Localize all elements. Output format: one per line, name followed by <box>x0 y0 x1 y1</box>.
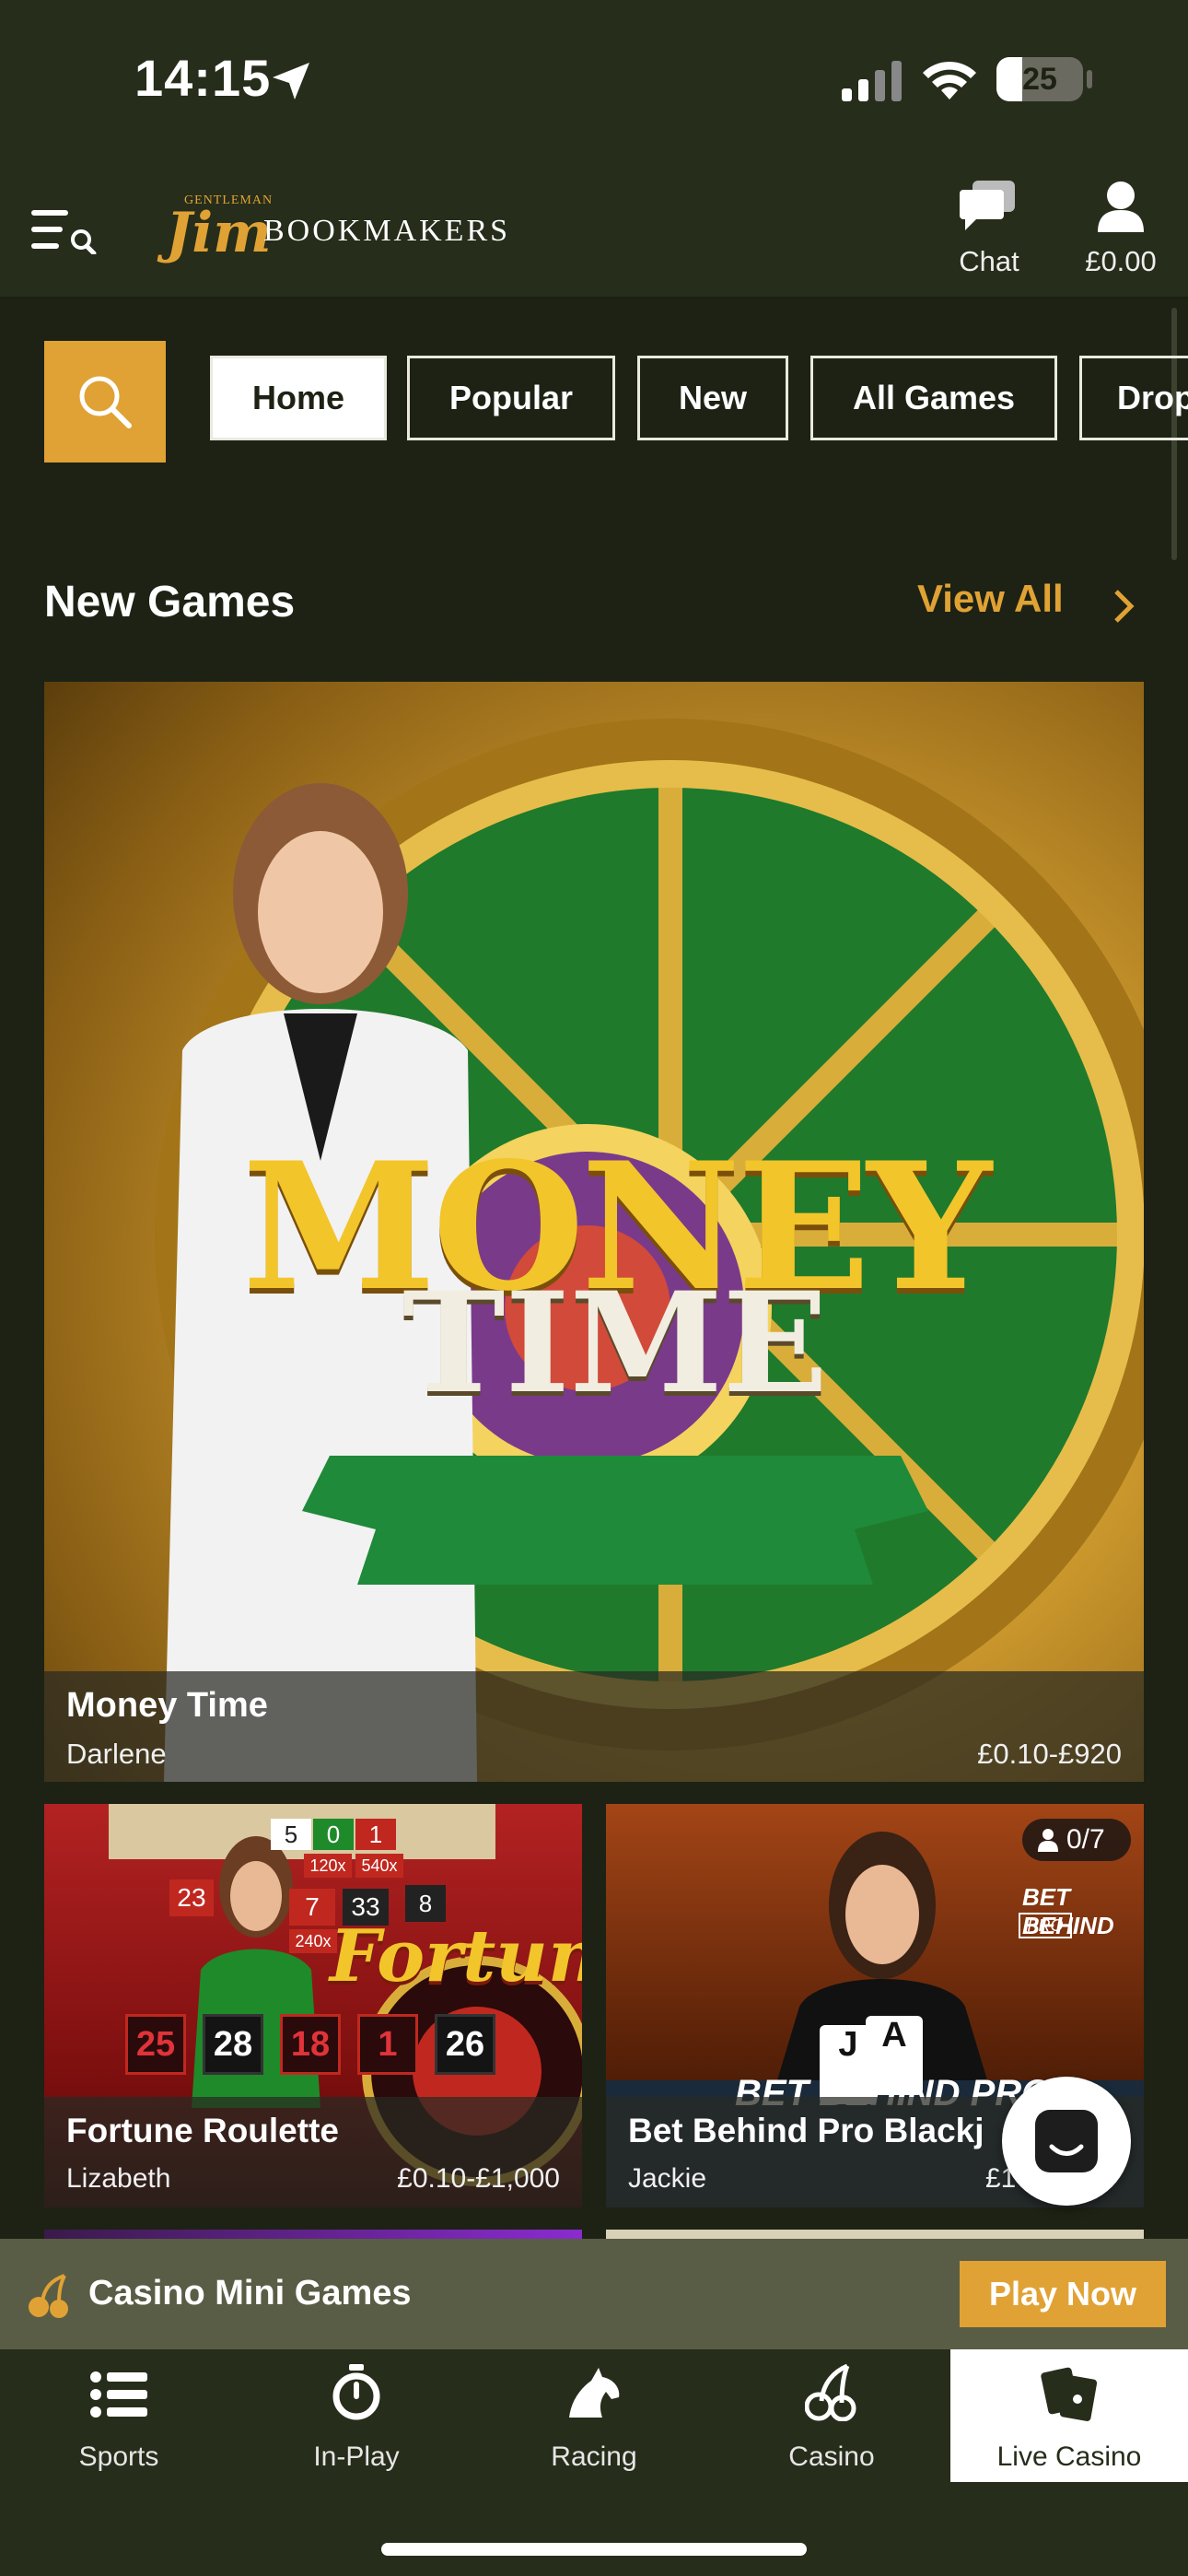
chevron-right-icon <box>1114 590 1135 623</box>
location-arrow-icon <box>273 63 309 100</box>
wifi-icon <box>923 61 976 100</box>
account-balance: £0.00 <box>1085 245 1157 277</box>
chat-bubble-icon <box>960 181 1015 230</box>
search-button[interactable] <box>44 341 166 463</box>
cellular-signal-icon <box>842 61 902 101</box>
nav-sports[interactable]: Sports <box>0 2349 238 2482</box>
result-chip: 18 <box>280 2014 341 2075</box>
cherries-icon <box>805 2363 856 2421</box>
fortune-logo-text: Fortune <box>330 1914 582 1998</box>
featured-dealer: Darlene <box>66 1738 167 1770</box>
menu-search-icon[interactable] <box>31 208 99 254</box>
list-icon <box>90 2371 147 2418</box>
game-dealer: Jackie <box>628 2163 707 2194</box>
user-icon <box>1098 181 1144 232</box>
game-card-fortune-roulette[interactable]: 5 0 1 120x 540x 23 7 33 8 240x Fortune 2… <box>44 1804 582 2207</box>
cherries-icon <box>29 2274 68 2318</box>
play-now-button[interactable]: Play Now <box>960 2261 1166 2327</box>
result-chip: 25 <box>125 2014 186 2075</box>
horse-icon <box>569 2368 620 2418</box>
stopwatch-icon <box>332 2364 380 2420</box>
result-chip: 1 <box>357 2014 418 2075</box>
chat-label: Chat <box>959 245 1019 277</box>
featured-info-bar: Money Time Darlene £0.10-£920 <box>44 1671 1144 1782</box>
view-all-label: View All <box>917 577 1064 620</box>
featured-stakes: £0.10-£920 <box>977 1738 1122 1770</box>
person-icon <box>1038 1829 1058 1852</box>
game-dealer: Lizabeth <box>66 2163 171 2194</box>
nav-label: Casino <box>788 2441 875 2472</box>
featured-game-card[interactable]: MONEY TIME Money Time Darlene £0.10-£920 <box>44 682 1144 1782</box>
recent-results: 25 28 18 1 26 <box>125 2014 549 2077</box>
nav-racing[interactable]: Racing <box>475 2349 713 2482</box>
game-info-bar: Fortune Roulette Lizabeth £0.10-£1,000 <box>44 2097 582 2207</box>
game-card-peek[interactable] <box>606 2230 1144 2239</box>
chat-icon <box>1035 2110 1098 2172</box>
result-chip: 28 <box>203 2014 263 2075</box>
chat-button[interactable]: Chat <box>949 175 1030 286</box>
time-logo-text: TIME <box>402 1262 829 1424</box>
tab-popular[interactable]: Popular <box>407 356 615 440</box>
seats-count: 0/7 <box>1066 1824 1105 1855</box>
game-title: Bet Behind Pro Blackj <box>628 2112 984 2149</box>
promo-label: Casino Mini Games <box>88 2274 412 2313</box>
live-chat-button[interactable] <box>1002 2077 1131 2206</box>
playing-cards-icon <box>1041 2367 1098 2421</box>
nav-label: Racing <box>551 2441 637 2472</box>
nav-casino[interactable]: Casino <box>713 2349 950 2482</box>
result-chip: 26 <box>435 2014 495 2075</box>
search-icon <box>79 376 132 428</box>
battery-icon: 25 <box>996 57 1083 101</box>
home-indicator[interactable] <box>381 2543 807 2556</box>
nav-label: Sports <box>78 2441 159 2472</box>
seats-badge: 0/7 <box>1022 1819 1131 1861</box>
tab-all-games[interactable]: All Games <box>810 356 1057 440</box>
nav-live-casino[interactable]: Live Casino <box>950 2349 1188 2482</box>
view-all-link[interactable]: View All <box>917 577 1147 632</box>
nav-label: In-Play <box>313 2441 400 2472</box>
section-title: New Games <box>44 578 296 626</box>
game-title: Fortune Roulette <box>66 2112 339 2149</box>
game-card-peek[interactable] <box>44 2230 582 2239</box>
status-time: 14:15 <box>134 49 272 107</box>
featured-title: Money Time <box>66 1686 268 1725</box>
nav-label: Live Casino <box>996 2441 1142 2472</box>
account-button[interactable]: £0.00 <box>1068 175 1173 286</box>
tab-home[interactable]: Home <box>210 356 387 440</box>
game-stakes: £0.10-£1,000 <box>397 2163 560 2194</box>
nav-in-play[interactable]: In-Play <box>238 2349 475 2482</box>
brand-logo[interactable]: GENTLEMAN Jim BOOKMAKERS <box>164 192 507 265</box>
tab-new[interactable]: New <box>637 356 788 440</box>
tab-drop[interactable]: Drop <box>1079 356 1188 440</box>
battery-level: 25 <box>1022 62 1057 97</box>
